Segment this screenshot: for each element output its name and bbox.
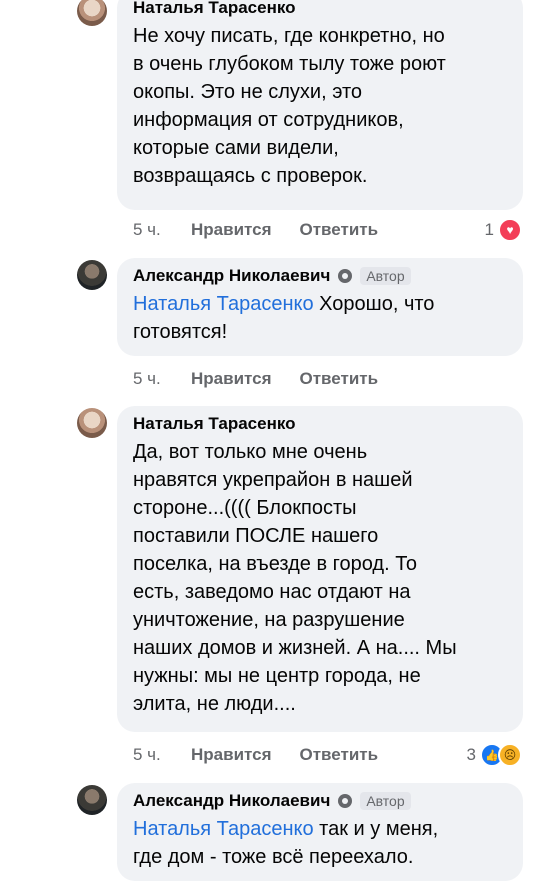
reaction-count: 3 bbox=[466, 745, 476, 764]
reaction-summary[interactable]: 3 👍 ☹ bbox=[467, 743, 522, 767]
comment-bubble: Александр Николаевич Автор Наталья Тарас… bbox=[117, 783, 523, 881]
avatar[interactable] bbox=[77, 0, 107, 26]
mention-link[interactable]: Наталья Тарасенко bbox=[133, 818, 314, 840]
comment-line: поселка, на въезде в город. То bbox=[133, 553, 417, 575]
comment-line: окопы. Это не слухи, это bbox=[133, 81, 363, 103]
author-badge-icon bbox=[338, 794, 353, 808]
comment-author[interactable]: Наталья Тарасенко bbox=[133, 0, 296, 18]
comment-bubble: Александр Николаевич Автор Наталья Тарас… bbox=[117, 258, 523, 356]
reaction-count: 1 bbox=[484, 220, 494, 239]
author-badge: Автор bbox=[360, 792, 411, 810]
comment-text: Наталья Тарасенко так и у меня, где дом … bbox=[133, 815, 507, 871]
sad-icon: ☹ bbox=[498, 743, 522, 767]
comment-line: элита, не люди.... bbox=[133, 693, 296, 715]
comment-line: готовятся! bbox=[133, 321, 228, 343]
avatar[interactable] bbox=[77, 260, 107, 290]
comment-timestamp[interactable]: 5 ч. bbox=[133, 369, 191, 389]
comment-line: где дом - тоже всё переехало. bbox=[133, 846, 414, 868]
comment-line: Не хочу писать, где конкретно, но bbox=[133, 25, 445, 47]
mention-link[interactable]: Наталья Тарасенко bbox=[133, 293, 314, 315]
comment-line: возвращаясь с проверок. bbox=[133, 165, 368, 187]
avatar[interactable] bbox=[77, 408, 107, 438]
comment-timestamp[interactable]: 5 ч. bbox=[133, 745, 191, 765]
comment-line: в очень глубоком тылу тоже роют bbox=[133, 53, 446, 75]
comment-line: есть, заведомо нас отдают на bbox=[133, 581, 411, 603]
comment-text-segment: так и у меня, bbox=[313, 818, 439, 840]
comment-actions: 5 ч. Нравится Ответить bbox=[133, 220, 378, 240]
comment-text: Не хочу писать, где конкретно, но в очен… bbox=[133, 22, 507, 190]
comment-line: информация от сотрудников, bbox=[133, 109, 404, 131]
comment-line: нравятся укрепрайон в нашей bbox=[133, 469, 413, 491]
comment-bubble: Наталья Тарасенко Не хочу писать, где ко… bbox=[117, 0, 523, 210]
comment-text: Наталья Тарасенко Хорошо, что готовятся! bbox=[133, 290, 507, 346]
like-button[interactable]: Нравится bbox=[191, 745, 272, 765]
reaction-summary[interactable]: 1 ♥ bbox=[485, 218, 522, 242]
comment-line: которые сами видели, bbox=[133, 137, 339, 159]
comment-line: нужны: мы не центр города, не bbox=[133, 665, 421, 687]
like-button[interactable]: Нравится bbox=[191, 220, 272, 240]
comment-line: Наталья Тарасенко Хорошо, что bbox=[133, 290, 507, 318]
comment-actions: 5 ч. Нравится Ответить bbox=[133, 369, 378, 389]
comment-author[interactable]: Александр Николаевич bbox=[133, 266, 330, 286]
comment-line: поставили ПОСЛЕ нашего bbox=[133, 525, 379, 547]
comment-line: Наталья Тарасенко так и у меня, bbox=[133, 815, 507, 843]
like-button[interactable]: Нравится bbox=[191, 369, 272, 389]
comment-timestamp[interactable]: 5 ч. bbox=[133, 220, 191, 240]
reply-button[interactable]: Ответить bbox=[300, 745, 379, 765]
comment-line: стороне...(((( Блокпосты bbox=[133, 497, 357, 519]
comment-line: Да, вот только мне очень bbox=[133, 441, 368, 463]
reply-button[interactable]: Ответить bbox=[300, 369, 379, 389]
comment-bubble: Наталья Тарасенко Да, вот только мне оче… bbox=[117, 406, 523, 732]
comment-text-segment: Хорошо, что bbox=[313, 293, 435, 315]
avatar[interactable] bbox=[77, 785, 107, 815]
comment-text: Да, вот только мне очень нравятся укрепр… bbox=[133, 438, 507, 718]
comment-line: наших домов и жизней. А на.... Мы bbox=[133, 637, 457, 659]
comment-author[interactable]: Александр Николаевич bbox=[133, 791, 330, 811]
comment-actions: 5 ч. Нравится Ответить bbox=[133, 745, 378, 765]
comment-line: уничтожение, на разрушение bbox=[133, 609, 405, 631]
author-badge: Автор bbox=[360, 267, 411, 285]
reply-button[interactable]: Ответить bbox=[300, 220, 379, 240]
author-badge-icon bbox=[338, 269, 353, 283]
heart-icon: ♥ bbox=[498, 218, 522, 242]
comment-author[interactable]: Наталья Тарасенко bbox=[133, 414, 296, 434]
